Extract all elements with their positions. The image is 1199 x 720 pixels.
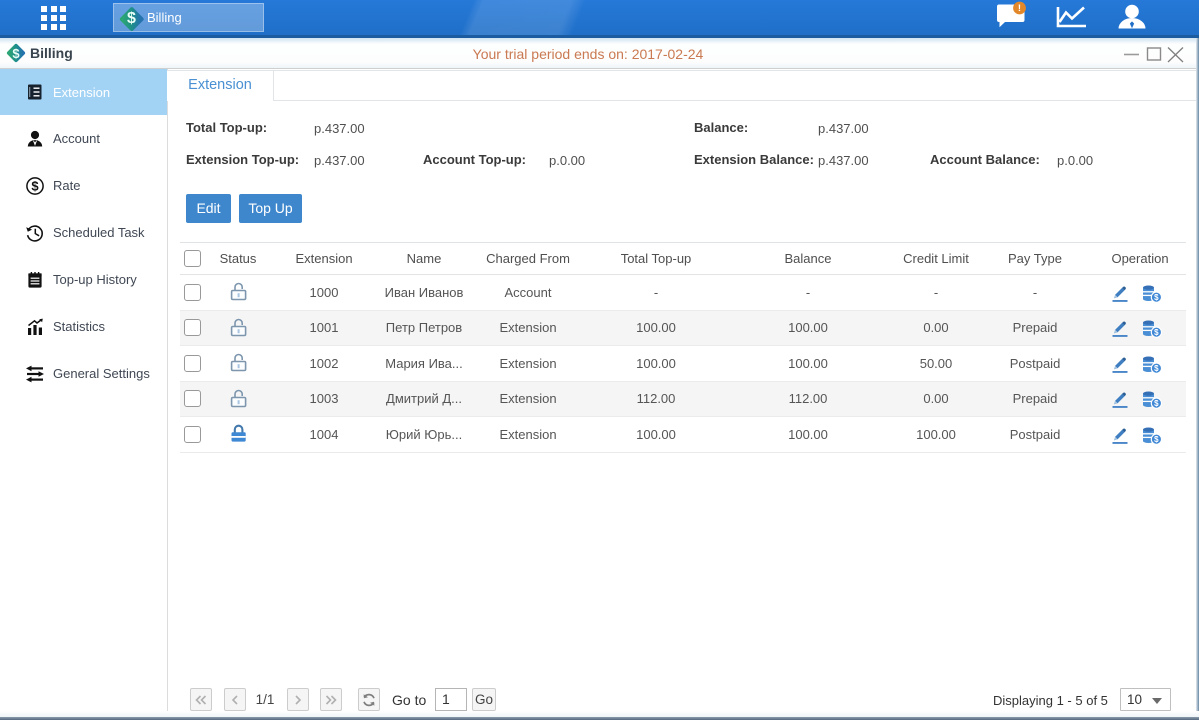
- svg-text:$: $: [1154, 364, 1159, 373]
- svg-text:$: $: [1154, 399, 1159, 408]
- svg-text:$: $: [1154, 328, 1159, 337]
- svg-text:$: $: [1154, 293, 1159, 302]
- svg-text:!: !: [1018, 3, 1021, 14]
- svg-text:$: $: [31, 178, 39, 193]
- svg-text:$: $: [1154, 435, 1159, 444]
